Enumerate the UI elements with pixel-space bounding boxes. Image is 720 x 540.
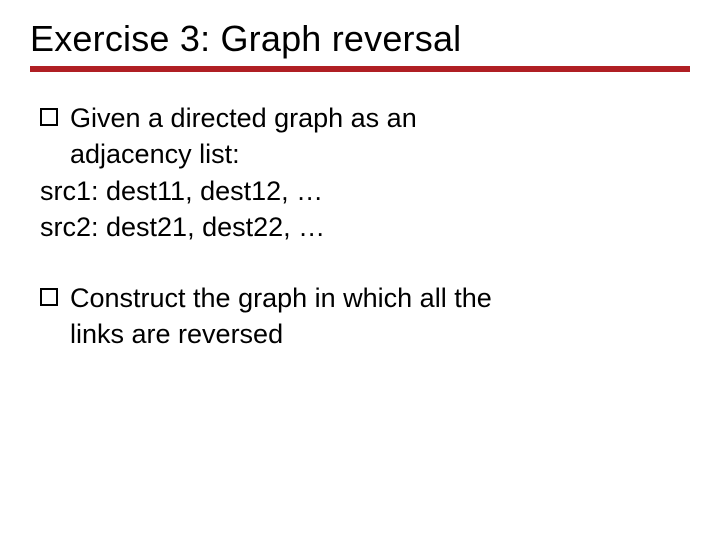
adjacency-line-2: src2: dest21, dest22, … [40, 209, 690, 245]
bullet-1-line-1: Given a directed graph as an [70, 103, 417, 133]
bullet-2-text: Construct the graph in which all the lin… [70, 280, 690, 353]
bullet-item-1: Given a directed graph as an adjacency l… [40, 100, 690, 173]
spacer [30, 246, 690, 280]
slide: Exercise 3: Graph reversal Given a direc… [0, 0, 720, 540]
bullet-2-line-2: links are reversed [70, 319, 283, 349]
bullet-2-line-1: Construct the graph in which all the [70, 283, 492, 313]
square-bullet-icon [40, 288, 58, 306]
slide-title: Exercise 3: Graph reversal [30, 18, 690, 60]
title-underline [30, 66, 690, 72]
bullet-1-line-2: adjacency list: [70, 139, 240, 169]
bullet-item-2: Construct the graph in which all the lin… [40, 280, 690, 353]
bullet-1-text: Given a directed graph as an adjacency l… [70, 100, 690, 173]
adjacency-line-1: src1: dest11, dest12, … [40, 173, 690, 209]
square-bullet-icon [40, 108, 58, 126]
slide-body: Given a directed graph as an adjacency l… [30, 100, 690, 353]
